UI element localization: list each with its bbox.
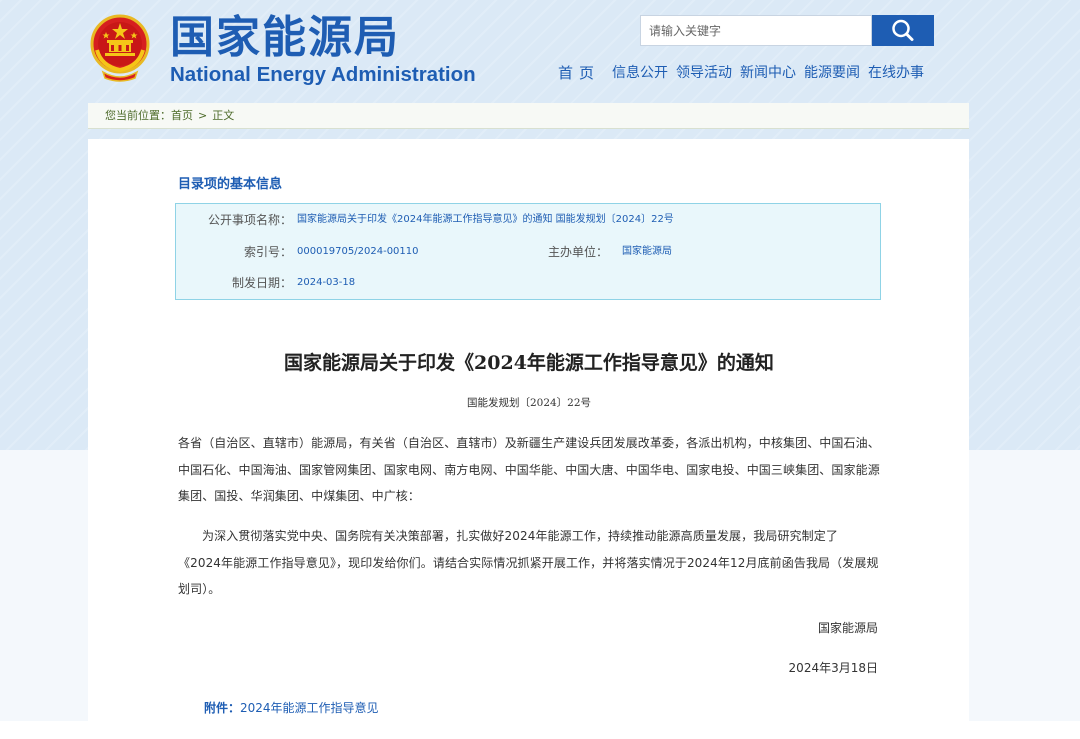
attachment: 附件：2024年能源工作指导意见 — [204, 700, 379, 716]
attachment-link[interactable]: 2024年能源工作指导意见 — [240, 701, 379, 715]
attachment-label: 附件： — [204, 701, 241, 715]
breadcrumb-separator: > — [198, 109, 208, 122]
nav-item-news[interactable]: 新闻中心 — [740, 62, 796, 84]
info-org-label: 主办单位： — [547, 245, 608, 259]
search-input[interactable] — [640, 15, 872, 46]
breadcrumb-current: 正文 — [212, 109, 235, 122]
document-signature: 国家能源局 — [817, 621, 878, 635]
info-org-value: 国家能源局 — [622, 246, 672, 257]
info-date-value: 2024-03-18 — [297, 277, 356, 288]
info-name-label: 公开事项名称： — [207, 213, 292, 227]
site-title: 国家能源局 — [170, 12, 400, 63]
info-section-title: 目录项的基本信息 — [178, 177, 283, 192]
breadcrumb: 您当前位置：首页 > 正文 — [88, 103, 969, 129]
document-title: 国家能源局关于印发《2024年能源工作指导意见》的通知 — [284, 352, 774, 374]
breadcrumb-prefix: 您当前位置： — [105, 109, 171, 122]
document-number: 国能发规划〔2024〕22号 — [466, 397, 592, 409]
nav-item-energy-news[interactable]: 能源要闻 — [804, 62, 860, 84]
site-title-english: National Energy Administration — [170, 63, 476, 86]
nav-item-info-disclosure[interactable]: 信息公开 — [612, 62, 668, 84]
info-box: 公开事项名称： 国家能源局关于印发《2024年能源工作指导意见》的通知 国能发规… — [175, 203, 881, 300]
info-index-value: 000019705/2024-00110 — [297, 246, 419, 257]
info-name-value: 国家能源局关于印发《2024年能源工作指导意见》的通知 国能发规划〔2024〕2… — [297, 214, 674, 225]
document-date: 2024年3月18日 — [788, 661, 878, 675]
search-icon — [892, 19, 914, 41]
nav-item-leadership[interactable]: 领导活动 — [676, 62, 732, 84]
info-index-label: 索引号： — [243, 245, 292, 259]
nav-item-home[interactable]: 首页 — [558, 62, 600, 84]
search-box — [640, 15, 934, 46]
document-recipients: 各省（自治区、直辖市）能源局，有关省（自治区、直辖市）及新疆生产建设兵团发展改革… — [178, 436, 880, 503]
breadcrumb-home-link[interactable]: 首页 — [171, 109, 193, 122]
document-body: 为深入贯彻落实党中央、国务院有关决策部署，扎实做好2024年能源工作，持续推动能… — [178, 529, 879, 596]
national-emblem-icon — [90, 14, 150, 82]
main-nav: 首页 信息公开 领导活动 新闻中心 能源要闻 在线办事 — [548, 62, 932, 84]
nav-item-online-services[interactable]: 在线办事 — [868, 62, 924, 84]
search-button[interactable] — [872, 15, 934, 46]
info-date-label: 制发日期： — [231, 276, 292, 290]
